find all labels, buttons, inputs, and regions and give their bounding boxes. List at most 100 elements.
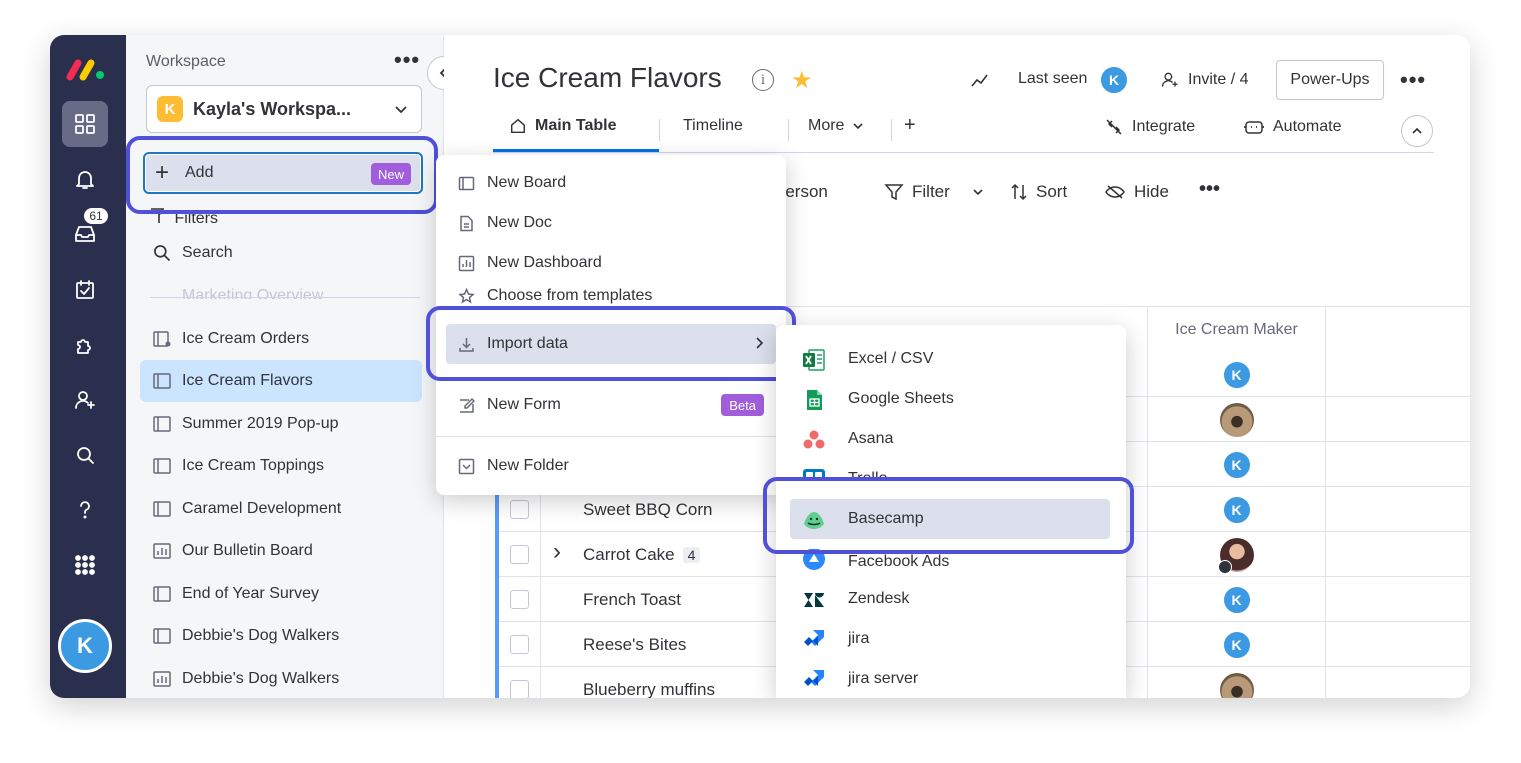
item-name[interactable]: Blueberry muffins [583,680,715,698]
sidebar-item-debbies-dog-walkers-dashboard[interactable]: Debbie's Dog Walkers [140,658,422,698]
next-column-cell[interactable] [1325,577,1470,622]
menu-item-new-form[interactable]: New Form Beta [446,385,776,425]
row-checkbox[interactable] [510,590,529,609]
ice-cream-maker-cell[interactable]: K [1147,442,1325,487]
import-item-asana[interactable]: Asana [790,419,1110,459]
import-item-zendesk[interactable]: Zendesk [790,579,1110,619]
maker-photo-avatar[interactable] [1219,402,1254,437]
invite-icon[interactable] [62,377,108,423]
ice-cream-maker-cell[interactable]: K [1147,487,1325,532]
google-sheets-icon [807,390,822,410]
maker-photo-avatar[interactable] [1219,672,1254,698]
automate-button[interactable]: Automate [1243,117,1341,137]
add-view-button[interactable]: + [904,114,916,137]
filter-dropdown-button[interactable] [972,186,984,198]
import-item-excel-csv[interactable]: Excel / CSV [790,339,1110,379]
tab-main-table[interactable]: Main Table [509,117,617,135]
board-title[interactable]: Ice Cream Flavors [493,62,722,94]
menu-item-new-doc[interactable]: New Doc [446,203,776,243]
ice-cream-maker-cell[interactable] [1147,667,1325,698]
item-name[interactable]: French Toast [583,590,681,610]
sidebar-item-ice-cream-toppings[interactable]: Ice Cream Toppings [140,445,422,487]
sidebar-item-debbies-dog-walkers[interactable]: Debbie's Dog Walkers [140,615,422,657]
next-column-cell[interactable] [1325,622,1470,667]
sidebar-item-caramel-development[interactable]: Caramel Development [140,488,422,530]
menu-item-new-folder[interactable]: New Folder [446,446,776,486]
ice-cream-maker-cell[interactable]: K [1147,577,1325,622]
tab-timeline[interactable]: Timeline [683,117,743,135]
maker-avatar[interactable]: K [1221,359,1252,390]
workspace-selector[interactable]: K Kayla's Workspa... [146,85,422,133]
zendesk-icon [804,593,824,607]
menu-item-choose-from-templates[interactable]: Choose from templates [446,283,776,305]
ice-cream-maker-cell[interactable] [1147,397,1325,442]
info-icon[interactable]: i [752,69,774,91]
filter-label: Filter [912,182,950,201]
column-header-ice-cream-maker[interactable]: Ice Cream Maker [1147,307,1325,352]
row-checkbox[interactable] [510,680,529,698]
menu-item-new-dashboard[interactable]: New Dashboard [446,243,776,283]
import-item-label: Asana [848,430,894,447]
collapse-header-button[interactable] [1401,115,1433,147]
maker-avatar[interactable]: K [1221,584,1252,615]
subitem-count-badge[interactable]: 4 [682,547,701,563]
hide-button[interactable]: Hide [1104,182,1169,202]
ice-cream-maker-cell[interactable] [1147,532,1325,577]
star-icon[interactable]: ★ [791,66,813,95]
activity-icon[interactable] [970,71,990,91]
toolbar-more-button[interactable]: ••• [1199,178,1220,201]
filter-button[interactable]: Filter [884,182,950,202]
chevron-right-icon[interactable]: › [553,538,561,566]
last-seen-avatar[interactable]: K [1099,65,1129,95]
next-column-cell[interactable] [1325,442,1470,487]
workspaces-icon[interactable] [62,101,108,147]
item-name[interactable]: Reese's Bites [583,635,686,655]
sidebar-item-our-bulletin-board[interactable]: Our Bulletin Board [140,530,422,572]
item-name[interactable]: Carrot Cake 4 [583,545,701,565]
apps-icon[interactable] [62,322,108,368]
bell-icon[interactable] [62,156,108,202]
tab-more[interactable]: More [808,117,864,135]
maker-photo-avatar[interactable] [1217,537,1254,574]
user-avatar[interactable]: K [58,619,112,673]
maker-avatar[interactable]: K [1221,629,1252,660]
import-item-jira-server[interactable]: jira server [790,659,1110,698]
ice-cream-maker-cell[interactable]: K [1147,622,1325,667]
sort-button[interactable]: Sort [1010,182,1067,202]
next-column-cell[interactable] [1325,397,1470,442]
sidebar-item-summer-2019-pop-up[interactable]: Summer 2019 Pop-up [140,403,422,445]
ice-cream-maker-cell[interactable]: K [1147,352,1325,397]
menu-item-new-board[interactable]: New Board [446,163,776,203]
sidebar-search[interactable]: Search [152,243,233,263]
asana-icon [803,430,825,449]
search-icon[interactable] [62,432,108,478]
sidebar-item-end-of-year-survey[interactable]: End of Year Survey [140,573,422,615]
monday-logo-icon[interactable] [65,53,109,83]
import-item-jira[interactable]: jira [790,619,1110,659]
board-more-button[interactable]: ••• [1400,67,1426,93]
power-ups-button[interactable]: Power-Ups [1276,60,1384,100]
sidebar-item-ice-cream-orders[interactable]: Ice Cream Orders [140,318,422,360]
integrate-button[interactable]: Integrate [1104,117,1195,137]
help-icon[interactable] [62,487,108,533]
workspace-more-button[interactable]: ••• [394,47,420,73]
row-checkbox[interactable] [510,545,529,564]
import-item-label: Excel / CSV [848,350,934,367]
next-column-cell[interactable] [1325,532,1470,577]
maker-avatar[interactable]: K [1221,449,1252,480]
last-seen-label[interactable]: Last seen [1018,70,1087,88]
next-column-cell[interactable] [1325,667,1470,698]
my-work-icon[interactable] [62,267,108,313]
maker-avatar[interactable]: K [1221,494,1252,525]
import-item-label: Facebook Ads [848,553,950,570]
menu-grid-icon[interactable] [62,542,108,588]
column-header-next[interactable] [1325,307,1470,352]
invite-button[interactable]: Invite / 4 [1160,70,1248,90]
next-column-cell[interactable] [1325,352,1470,397]
sidebar-item-ice-cream-flavors[interactable]: Ice Cream Flavors [140,360,422,402]
row-checkbox[interactable] [510,635,529,654]
row-checkbox[interactable] [510,500,529,519]
next-column-cell[interactable] [1325,487,1470,532]
item-name[interactable]: Sweet BBQ Corn [583,500,712,520]
import-item-google-sheets[interactable]: Google Sheets [790,379,1110,419]
